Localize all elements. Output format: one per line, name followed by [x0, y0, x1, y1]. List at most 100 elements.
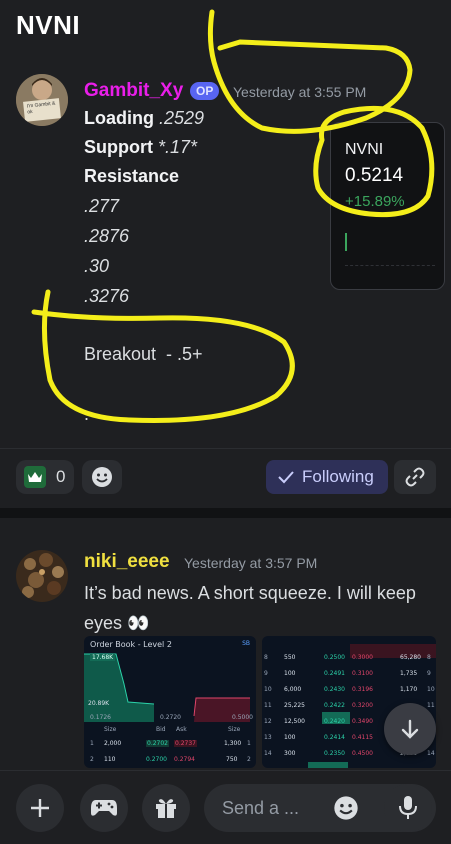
row-1-num: 1 [90, 740, 94, 747]
order-book-title: Order Book - Level 2 [90, 640, 172, 649]
resistance-level-4: .3276 [84, 286, 130, 306]
avatar[interactable]: I'm Gambit & ok [16, 74, 68, 126]
level-row-6-col-4: 0.4115 [352, 734, 373, 741]
crown-reaction[interactable]: 0 [16, 460, 74, 494]
support-value: *.17* [158, 137, 198, 157]
message-text: It’s bad news. A short squeeze. I will k… [84, 583, 416, 633]
level-row-6-col-2: 100 [284, 734, 296, 741]
gift-button[interactable] [142, 784, 190, 832]
level-row-1-col-6: 8 [427, 654, 431, 661]
depth-mid-value: 20.89K [88, 700, 110, 707]
crown-count: 0 [56, 467, 66, 486]
level-row-6-col-1: 13 [264, 734, 272, 741]
row-2-size: 110 [104, 756, 116, 763]
channel-header: NVNI [0, 0, 451, 52]
level-row-4-col-6: 11 [427, 702, 435, 709]
row-1-asksize: 1,300 [224, 740, 242, 747]
level-row-3-col-2: 6,000 [284, 686, 302, 693]
order-book-badge: SB [242, 640, 250, 647]
row-1-num-r: 1 [247, 740, 251, 747]
jump-to-latest-button[interactable] [384, 703, 436, 755]
add-reaction-button[interactable] [82, 460, 122, 494]
support-label-text: Support [84, 137, 153, 157]
resistance-level-2: .2876 [84, 226, 130, 246]
author-name[interactable]: Gambit_Xy [84, 80, 183, 102]
row-1-bid: 0.2702 [146, 740, 169, 747]
axis-right: 0.5000 [232, 714, 253, 721]
checkmark-icon [278, 471, 294, 484]
ticker-embed[interactable]: NVNI 0.5214 +15.89% [330, 122, 445, 290]
level-row-4-col-4: 0.3200 [352, 702, 373, 709]
following-button[interactable]: Following [266, 460, 388, 494]
arrow-down-icon [401, 719, 419, 739]
col-ask: Ask [176, 726, 187, 733]
level-row-3-col-3: 0.2430 [324, 686, 345, 693]
breakout-text: Breakout - .5+ [84, 344, 203, 364]
channel-title: NVNI [16, 10, 81, 40]
row-2-num-r: 2 [247, 756, 251, 763]
row-2-bid: 0.2700 [146, 756, 167, 763]
message-input-placeholder: Send a ... [222, 798, 300, 818]
ticker-chart-baseline [345, 265, 435, 266]
level-row-5-col-2: 12,500 [284, 718, 305, 725]
level-row-4-col-2: 25,225 [284, 702, 305, 709]
support-label: Support *.17* [84, 137, 197, 158]
level-row-1-col-4: 0.3000 [352, 654, 373, 661]
voice-message-button[interactable] [384, 784, 432, 832]
op-badge: OP [190, 82, 220, 100]
crown-icon [24, 466, 46, 488]
ticker-change: +15.89% [345, 193, 405, 210]
level-row-2-col-4: 0.3100 [352, 670, 373, 677]
trailing-dot: . [84, 404, 90, 424]
level-row-4-col-1: 11 [264, 702, 272, 709]
link-icon [405, 467, 425, 487]
level-row-2-col-2: 100 [284, 670, 296, 677]
level-row-4-col-3: 0.2422 [324, 702, 345, 709]
message-timestamp: Yesterday at 3:57 PM [184, 555, 318, 571]
row-2-num: 2 [90, 756, 94, 763]
ticker-sparkline [345, 233, 347, 251]
following-label: Following [302, 467, 374, 486]
resistance-level-1: .277 [84, 196, 120, 216]
link-button[interactable] [394, 460, 436, 494]
emoji-icon[interactable] [332, 794, 360, 822]
ticker-price: 0.5214 [345, 165, 404, 186]
level-row-5-col-1: 12 [264, 718, 272, 725]
row-1-size: 2,000 [104, 740, 122, 747]
level-row-6-col-3: 0.2414 [324, 734, 345, 741]
axis-mid: 0.2720 [160, 714, 181, 721]
activities-button[interactable] [80, 784, 128, 832]
level-row-7-col-3: 0.2350 [324, 750, 345, 757]
depth-top-value: 17.68K [90, 654, 116, 661]
level-row-7-col-1: 14 [264, 750, 272, 757]
level-row-7-col-6: 14 [427, 750, 435, 757]
level-row-1-col-5: 65,280 [400, 654, 421, 661]
message-timestamp: Yesterday at 3:55 PM [233, 84, 367, 100]
level-row-3-col-5: 1,170 [400, 686, 418, 693]
order-book-image[interactable]: Order Book - Level 2 SB 17.68K 20.89K 0.… [84, 636, 256, 768]
row-1-ask: 0.2737 [174, 740, 197, 747]
level-row-3-col-1: 10 [264, 686, 272, 693]
level-row-2-col-6: 9 [427, 670, 431, 677]
avatar[interactable] [16, 550, 68, 602]
level-row-7-col-4: 0.4500 [352, 750, 373, 757]
row-2-ask: 0.2794 [174, 756, 195, 763]
col-size-ask: Size [228, 726, 241, 733]
level-row-5-col-3: 0.2420 [324, 718, 345, 725]
plus-icon [31, 799, 49, 817]
loading-value: .2529 [159, 108, 205, 128]
gamepad-icon [91, 800, 117, 816]
level-row-5-col-4: 0.3490 [352, 718, 373, 725]
resistance-level-3: .30 [84, 256, 110, 276]
resistance-label: Resistance [84, 166, 180, 186]
col-size: Size [104, 726, 117, 733]
author-name[interactable]: niki_eeee [84, 551, 170, 573]
level-row-2-col-5: 1,735 [400, 670, 418, 677]
add-attachment-button[interactable] [16, 784, 64, 832]
row-2-asksize: 750 [226, 756, 238, 763]
level-row-2-col-1: 9 [264, 670, 268, 677]
loading-label: Loading .2529 [84, 108, 204, 129]
level-row-1-col-1: 8 [264, 654, 268, 661]
gift-icon [156, 799, 176, 818]
col-bid: Bid [156, 726, 166, 733]
